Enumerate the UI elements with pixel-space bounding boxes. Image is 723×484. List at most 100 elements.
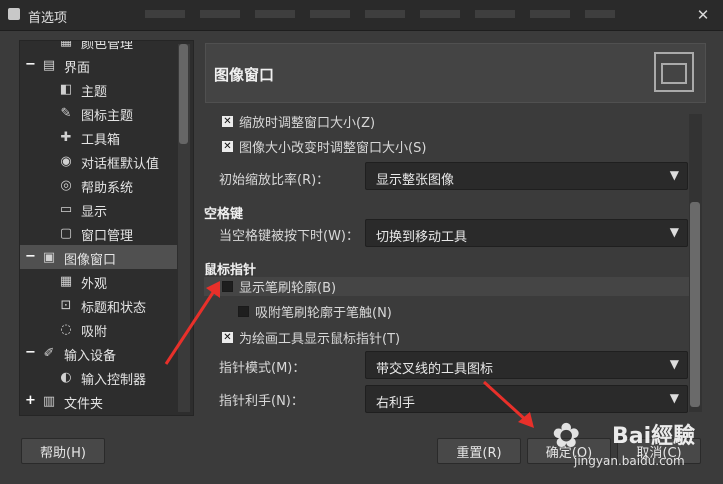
- tree-item-label: 颜色管理: [81, 40, 134, 52]
- resize-on-image-change-checkbox[interactable]: ✕: [222, 140, 233, 152]
- resize-on-image-change-option[interactable]: ✕ 图像大小改变时调整窗口大小(S): [222, 135, 426, 157]
- snap-icon: ◌: [60, 321, 72, 337]
- resize-on-image-change-label: 图像大小改变时调整窗口大小(S): [239, 140, 427, 156]
- collapse-icon[interactable]: −: [25, 58, 36, 71]
- chevron-down-icon: ▼: [669, 168, 679, 182]
- pointer-handedness-value: 右利手: [376, 396, 416, 411]
- tree-item[interactable]: ◌ 吸附: [20, 317, 177, 341]
- tree-item-label: 界面: [64, 61, 91, 76]
- tree-item[interactable]: ◎ 帮助系统: [20, 173, 177, 197]
- dialog-defaults-icon: ◉: [60, 153, 72, 169]
- tree-item-label: 帮助系统: [81, 181, 134, 196]
- tree-scrollbar-thumb[interactable]: [179, 44, 188, 144]
- tree-item-label: 图标主题: [81, 109, 134, 124]
- tree-item[interactable]: − ▣ 图像窗口: [20, 245, 177, 269]
- initial-zoom-select[interactable]: 显示整张图像 ▼: [365, 162, 688, 190]
- tree-item[interactable]: ▦ 外观: [20, 269, 177, 293]
- initial-zoom-value: 显示整张图像: [376, 173, 455, 188]
- tree-item[interactable]: ◐ 输入控制器: [20, 365, 177, 389]
- tree-item-label: 吸附: [81, 325, 108, 340]
- tree-item-label: 标题和状态: [81, 301, 147, 316]
- close-button[interactable]: ✕: [683, 0, 723, 30]
- chevron-down-icon: ▼: [669, 225, 679, 239]
- expand-icon[interactable]: +: [25, 394, 36, 407]
- tree-item[interactable]: ▦ 颜色管理: [20, 40, 177, 53]
- title-bar-shadow-text: [145, 10, 615, 18]
- tree-item-label: 工具箱: [81, 133, 121, 148]
- app-icon: [8, 8, 20, 20]
- pointer-handedness-label: 指针利手(N)：: [219, 393, 304, 409]
- pointer-handedness-select[interactable]: 右利手 ▼: [365, 385, 688, 413]
- tree-item-label: 显示: [81, 205, 108, 220]
- show-paint-pointer-label: 为绘画工具显示鼠标指针(T): [239, 331, 401, 347]
- snap-brush-outline-label: 吸附笔刷轮廓于笔触(N): [255, 305, 392, 321]
- toolbox-icon: ✚: [60, 129, 72, 145]
- resize-on-zoom-option[interactable]: ✕ 缩放时调整窗口大小(Z): [222, 110, 375, 132]
- window-management-icon: ▢: [59, 225, 73, 241]
- snap-brush-outline-checkbox[interactable]: [238, 305, 249, 317]
- input-devices-icon: ✐: [43, 345, 55, 361]
- collapse-icon[interactable]: −: [25, 250, 36, 263]
- tree-item[interactable]: ▭ 显示: [20, 197, 177, 221]
- tree-item-label: 对话框默认值: [81, 157, 160, 172]
- tree-item[interactable]: ⊡ 标题和状态: [20, 293, 177, 317]
- title-status-icon: ⊡: [60, 297, 72, 313]
- icon-theme-icon: ✎: [60, 105, 72, 121]
- space-section-heading: 空格键: [204, 207, 244, 222]
- tree-item-label: 输入设备: [64, 349, 117, 364]
- window-title: 首选项: [28, 11, 68, 26]
- baidu-paw-logo: ✿: [552, 416, 581, 456]
- tree-item-label: 主题: [81, 85, 108, 100]
- tree-item[interactable]: ◧ 主题: [20, 77, 177, 101]
- snap-brush-outline-option[interactable]: 吸附笔刷轮廓于笔触(N): [238, 300, 392, 322]
- watermark-url: jingyan.baidu.com: [574, 454, 685, 468]
- reset-button[interactable]: 重置(R): [437, 438, 521, 464]
- tree-item[interactable]: − ✐ 输入设备: [20, 341, 177, 365]
- collapse-icon[interactable]: −: [25, 346, 36, 359]
- content-scrollbar-thumb[interactable]: [690, 202, 700, 407]
- display-icon: ▭: [59, 201, 73, 217]
- tree-item[interactable]: − ▤ 界面: [20, 53, 177, 77]
- pointer-mode-label-row: 指针模式(M)：: [219, 355, 305, 377]
- space-action-select[interactable]: 切换到移动工具 ▼: [365, 219, 688, 247]
- initial-zoom-label: 初始缩放比率(R)：: [219, 172, 330, 188]
- tree-item-label: 输入控制器: [81, 373, 147, 388]
- watermark-brand: Bai經驗: [612, 424, 696, 449]
- preferences-tree[interactable]: ▦ 颜色管理 − ▤ 界面 ◧ 主题 ✎ 图标主题 ✚ 工具箱 ◉ 对话框默认值 ◎ 帮助系统 ▭ 显示 ▢ 窗口管…: [19, 40, 194, 416]
- tree-item[interactable]: ✚ 工具箱: [20, 125, 177, 149]
- image-window-icon: ▣: [42, 249, 56, 265]
- baidu-watermark: ✿ Bai經驗 jingyan.baidu.com: [552, 412, 722, 484]
- chevron-down-icon: ▼: [669, 391, 679, 405]
- tree-item-label: 外观: [81, 277, 108, 292]
- tree-item-label: 窗口管理: [81, 229, 134, 244]
- pointer-mode-label: 指针模式(M)：: [219, 360, 306, 376]
- show-brush-outline-option[interactable]: 显示笔刷轮廓(B): [222, 275, 336, 297]
- tree-item[interactable]: ▢ 窗口管理: [20, 221, 177, 245]
- tree-item-label: 图像窗口: [64, 253, 117, 268]
- page-header: 图像窗口: [205, 43, 706, 103]
- resize-on-zoom-checkbox[interactable]: ✕: [222, 115, 233, 127]
- title-bar: 首选项 ✕: [0, 0, 723, 31]
- show-paint-pointer-checkbox[interactable]: ✕: [222, 331, 233, 343]
- pointer-handedness-label-row: 指针利手(N)：: [219, 388, 304, 410]
- tree-item[interactable]: ◉ 对话框默认值: [20, 149, 177, 173]
- appearance-icon: ▦: [59, 273, 73, 289]
- tree-item-label: 文件夹: [64, 397, 104, 412]
- pointer-mode-select[interactable]: 带交叉线的工具图标 ▼: [365, 351, 688, 379]
- space-action-label: 当空格键被按下时(W)：: [219, 228, 359, 244]
- tree-item[interactable]: + ▥ 文件夹: [20, 389, 177, 413]
- show-brush-outline-label: 显示笔刷轮廓(B): [239, 280, 337, 296]
- interface-icon: ▤: [42, 57, 56, 73]
- resize-on-zoom-label: 缩放时调整窗口大小(Z): [239, 115, 376, 131]
- theme-icon: ◧: [59, 81, 73, 97]
- pointer-mode-value: 带交叉线的工具图标: [376, 362, 494, 377]
- space-action-value: 切换到移动工具: [376, 230, 468, 245]
- tree-item[interactable]: ✎ 图标主题: [20, 101, 177, 125]
- input-controller-icon: ◐: [60, 369, 72, 385]
- folders-icon: ▥: [42, 393, 56, 409]
- image-window-large-icon: [654, 52, 694, 92]
- help-button[interactable]: 帮助(H): [21, 438, 105, 464]
- show-brush-outline-checkbox[interactable]: [222, 280, 233, 292]
- show-paint-pointer-option[interactable]: ✕ 为绘画工具显示鼠标指针(T): [222, 326, 400, 348]
- help-system-icon: ◎: [60, 177, 72, 193]
